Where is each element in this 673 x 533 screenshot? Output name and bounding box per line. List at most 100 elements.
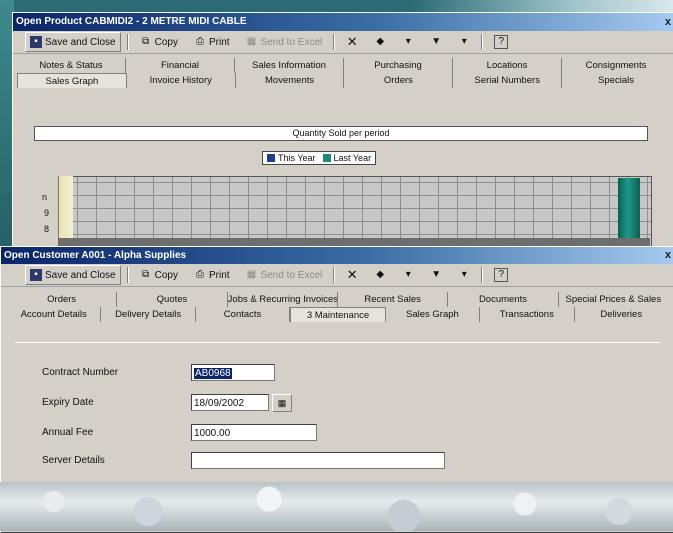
chevron-down-icon: ▾ bbox=[461, 36, 467, 47]
delete-button[interactable]: ✕ bbox=[341, 32, 363, 52]
expiry-date-label: Expiry Date bbox=[42, 397, 94, 408]
chart-y-tick: 9 bbox=[44, 208, 50, 218]
toolbar-separator bbox=[333, 267, 336, 283]
this-year-swatch bbox=[267, 154, 275, 162]
tab-sales-information[interactable]: Sales Information bbox=[235, 58, 344, 73]
customer-window-title: Open Customer A001 - Alpha Supplies bbox=[4, 250, 187, 261]
customer-tab-row-2: Account Details Delivery Details Contacts 3… bbox=[7, 307, 668, 322]
help-button[interactable]: ? bbox=[489, 32, 513, 52]
desktop-background-top bbox=[413, 0, 673, 12]
last-year-swatch bbox=[322, 154, 331, 162]
contract-number-field[interactable]: AB0968 bbox=[191, 364, 275, 381]
down-arrow-icon: ▼ bbox=[431, 269, 442, 280]
annual-fee-field[interactable]: 1000.00 bbox=[191, 424, 317, 441]
dropdown-button[interactable]: ▾ bbox=[397, 265, 419, 285]
tab-account-details[interactable]: Account Details bbox=[7, 307, 102, 322]
tab-sales-graph[interactable]: Sales Graph bbox=[17, 73, 127, 88]
product-toolbar: ▪ Save and Close ⧉ Copy ⎙ Print ▦ Send t… bbox=[13, 31, 673, 54]
tab-recent-sales[interactable]: Recent Sales bbox=[338, 292, 449, 307]
product-tab-row-1: Notes & Status Financial Sales Information… bbox=[17, 58, 670, 73]
chart-bar-last-year bbox=[618, 178, 640, 246]
previous-record-button[interactable]: ◆ bbox=[369, 32, 391, 52]
print-button[interactable]: ⎙ Print bbox=[189, 265, 235, 285]
tab-transactions[interactable]: Transactions bbox=[480, 307, 575, 322]
tab-specials[interactable]: Specials bbox=[562, 73, 670, 88]
contract-number-label: Contract Number bbox=[42, 367, 119, 378]
tab-invoice-history[interactable]: Invoice History bbox=[127, 73, 236, 88]
dropdown-button[interactable]: ▾ bbox=[397, 32, 419, 52]
legend-last-year: Last Year bbox=[333, 153, 372, 163]
help-button[interactable]: ? bbox=[489, 265, 513, 285]
chevron-down-icon: ▾ bbox=[405, 36, 411, 47]
copy-icon: ⧉ bbox=[142, 269, 150, 280]
tab-special-prices-sales[interactable]: Special Prices & Sales bbox=[559, 292, 668, 307]
copy-button[interactable]: ⧉ Copy bbox=[135, 32, 183, 52]
close-icon[interactable]: x bbox=[665, 247, 671, 264]
customer-tab-row-1: Orders Quotes Jobs & Recurring Invoices Rec… bbox=[7, 292, 668, 307]
toolbar-separator bbox=[481, 267, 484, 283]
tab-quotes[interactable]: Quotes bbox=[117, 292, 228, 307]
tab-locations[interactable]: Locations bbox=[453, 58, 562, 73]
chart-title: Quantity Sold per period bbox=[34, 126, 648, 141]
customer-toolbar: ▪ Save and Close ⧉ Copy ⎙ Print ▦ Send t… bbox=[1, 264, 673, 287]
legend-this-year: This Year bbox=[278, 153, 316, 163]
tab-financial[interactable]: Financial bbox=[126, 58, 235, 73]
contract-number-value: AB0968 bbox=[194, 368, 232, 379]
tab-notes-status[interactable]: Notes & Status bbox=[17, 58, 126, 73]
delete-button[interactable]: ✕ bbox=[341, 265, 363, 285]
expiry-date-field[interactable]: 18/09/2002 bbox=[191, 394, 269, 411]
tab-purchasing[interactable]: Purchasing bbox=[344, 58, 453, 73]
floppy-disk-icon: ▪ bbox=[30, 269, 42, 281]
blurred-desktop-region bbox=[0, 482, 673, 531]
save-and-close-button[interactable]: ▪ Save and Close bbox=[25, 32, 121, 52]
send-to-excel-button[interactable]: ▦ Send to Excel bbox=[241, 32, 328, 52]
up-arrow-icon: ◆ bbox=[376, 36, 385, 47]
tab-consignments[interactable]: Consignments bbox=[562, 58, 670, 73]
previous-record-button[interactable]: ◆ bbox=[369, 265, 391, 285]
print-button[interactable]: ⎙ Print bbox=[189, 32, 235, 52]
chevron-down-icon: ▾ bbox=[461, 269, 467, 280]
tab-orders[interactable]: Orders bbox=[344, 73, 454, 88]
tab-sales-graph[interactable]: Sales Graph bbox=[386, 307, 481, 322]
server-details-field[interactable] bbox=[191, 452, 445, 469]
help-icon: ? bbox=[494, 268, 509, 282]
copy-button[interactable]: ⧉ Copy bbox=[135, 265, 183, 285]
tab-orders[interactable]: Orders bbox=[7, 292, 118, 307]
chart-left-wall bbox=[58, 176, 73, 246]
toolbar-separator bbox=[126, 267, 129, 283]
send-to-excel-button[interactable]: ▦ Send to Excel bbox=[241, 265, 328, 285]
tab-jobs-recurring-invoices[interactable]: Jobs & Recurring Invoices bbox=[228, 292, 338, 307]
toolbar-separator bbox=[333, 34, 336, 50]
save-and-close-button[interactable]: ▪ Save and Close bbox=[25, 265, 121, 285]
next-record-button[interactable]: ▼ bbox=[425, 32, 447, 52]
tab-movements[interactable]: Movements bbox=[236, 73, 345, 88]
printer-icon: ⎙ bbox=[195, 36, 204, 47]
calendar-icon[interactable]: ▦ bbox=[272, 394, 292, 412]
tab-deliveries[interactable]: Deliveries bbox=[575, 307, 668, 322]
delete-icon: ✕ bbox=[346, 267, 358, 282]
product-tab-row-2: Sales Graph Invoice History Movements Order… bbox=[17, 73, 670, 88]
excel-icon: ▦ bbox=[246, 36, 257, 47]
customer-window-titlebar[interactable]: Open Customer A001 - Alpha Supplies x bbox=[1, 247, 673, 264]
tab-delivery-details[interactable]: Delivery Details bbox=[101, 307, 196, 322]
chart-legend: This Year Last Year bbox=[262, 151, 377, 165]
tab-3-maintenance[interactable]: 3 Maintenance bbox=[290, 307, 386, 322]
chart-y-tick: 8 bbox=[44, 224, 50, 234]
product-window-title: Open Product CABMIDI2 - 2 METRE MIDI CAB… bbox=[16, 16, 247, 27]
close-icon[interactable]: x bbox=[665, 13, 671, 31]
excel-icon: ▦ bbox=[246, 269, 257, 280]
product-tabs: Notes & Status Financial Sales Information… bbox=[17, 58, 670, 88]
tab-serial-numbers[interactable]: Serial Numbers bbox=[453, 73, 563, 88]
toolbar-separator bbox=[481, 34, 484, 50]
tab-contacts[interactable]: Contacts bbox=[196, 307, 291, 322]
help-icon: ? bbox=[494, 35, 509, 49]
dropdown-button[interactable]: ▾ bbox=[453, 32, 475, 52]
floppy-disk-icon: ▪ bbox=[30, 36, 42, 48]
dropdown-button[interactable]: ▾ bbox=[453, 265, 475, 285]
chevron-down-icon: ▾ bbox=[405, 269, 411, 280]
next-record-button[interactable]: ▼ bbox=[425, 265, 447, 285]
product-window-titlebar[interactable]: Open Product CABMIDI2 - 2 METRE MIDI CAB… bbox=[13, 13, 673, 31]
annual-fee-label: Annual Fee bbox=[42, 427, 94, 438]
down-arrow-icon: ▼ bbox=[431, 36, 442, 47]
tab-documents[interactable]: Documents bbox=[448, 292, 559, 307]
